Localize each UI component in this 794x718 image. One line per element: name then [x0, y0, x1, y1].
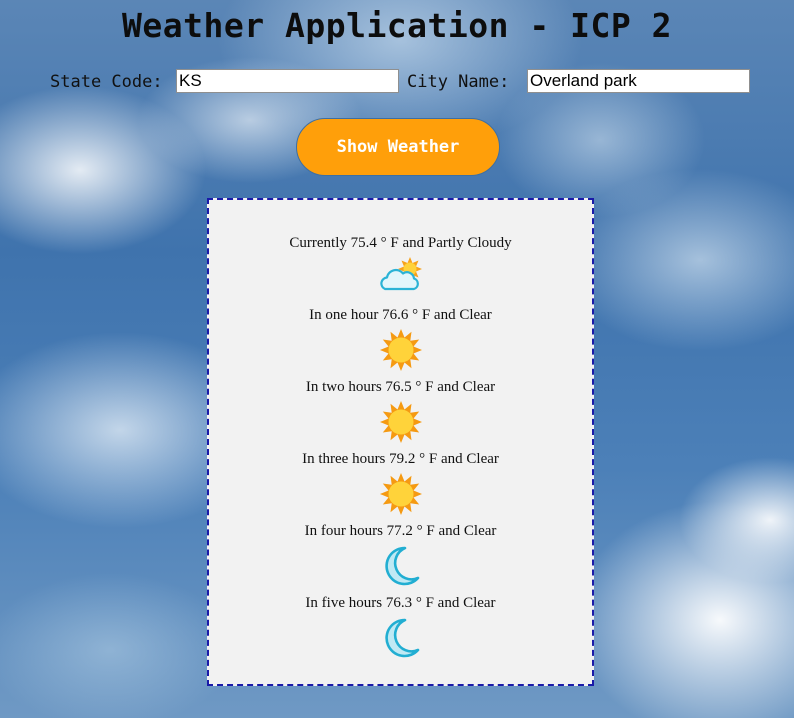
- forecast-text: Currently 75.4 ° F and Partly Cloudy: [289, 235, 512, 251]
- moon-icon: [384, 546, 419, 586]
- show-weather-button[interactable]: Show Weather: [296, 118, 500, 176]
- state-code-label: State Code:: [50, 72, 163, 92]
- forecast-item-3h: In three hours 79.2 ° F and Clear: [209, 450, 592, 516]
- city-name-input[interactable]: [527, 69, 750, 93]
- sun-icon: [379, 401, 422, 443]
- forecast-item-1h: In one hour 76.6 ° F and Clear: [209, 306, 592, 372]
- location-form: State Code: City Name:: [0, 68, 794, 98]
- moon-icon: [384, 618, 419, 658]
- state-code-input[interactable]: [176, 69, 399, 93]
- sun-icon: [379, 473, 422, 515]
- sun-icon: [379, 329, 422, 371]
- forecast-text: In two hours 76.5 ° F and Clear: [305, 379, 496, 395]
- forecast-item-4h: In four hours 77.2 ° F and Clear: [209, 522, 592, 588]
- page-title: Weather Application - ICP 2: [122, 6, 672, 45]
- forecast-text: In one hour 76.6 ° F and Clear: [309, 307, 492, 323]
- forecast-item-2h: In two hours 76.5 ° F and Clear: [209, 378, 592, 444]
- forecast-text: In four hours 77.2 ° F and Clear: [304, 523, 497, 539]
- city-name-label: City Name:: [407, 72, 510, 92]
- forecast-item-5h: In five hours 76.3 ° F and Clear: [209, 594, 592, 660]
- partly-cloudy-icon: [379, 257, 422, 291]
- forecast-text: In three hours 79.2 ° F and Clear: [302, 451, 499, 467]
- forecast-panel: Currently 75.4 ° F and Partly Cloudy In …: [207, 198, 594, 686]
- forecast-item-current: Currently 75.4 ° F and Partly Cloudy: [209, 234, 592, 300]
- forecast-text: In five hours 76.3 ° F and Clear: [305, 595, 496, 611]
